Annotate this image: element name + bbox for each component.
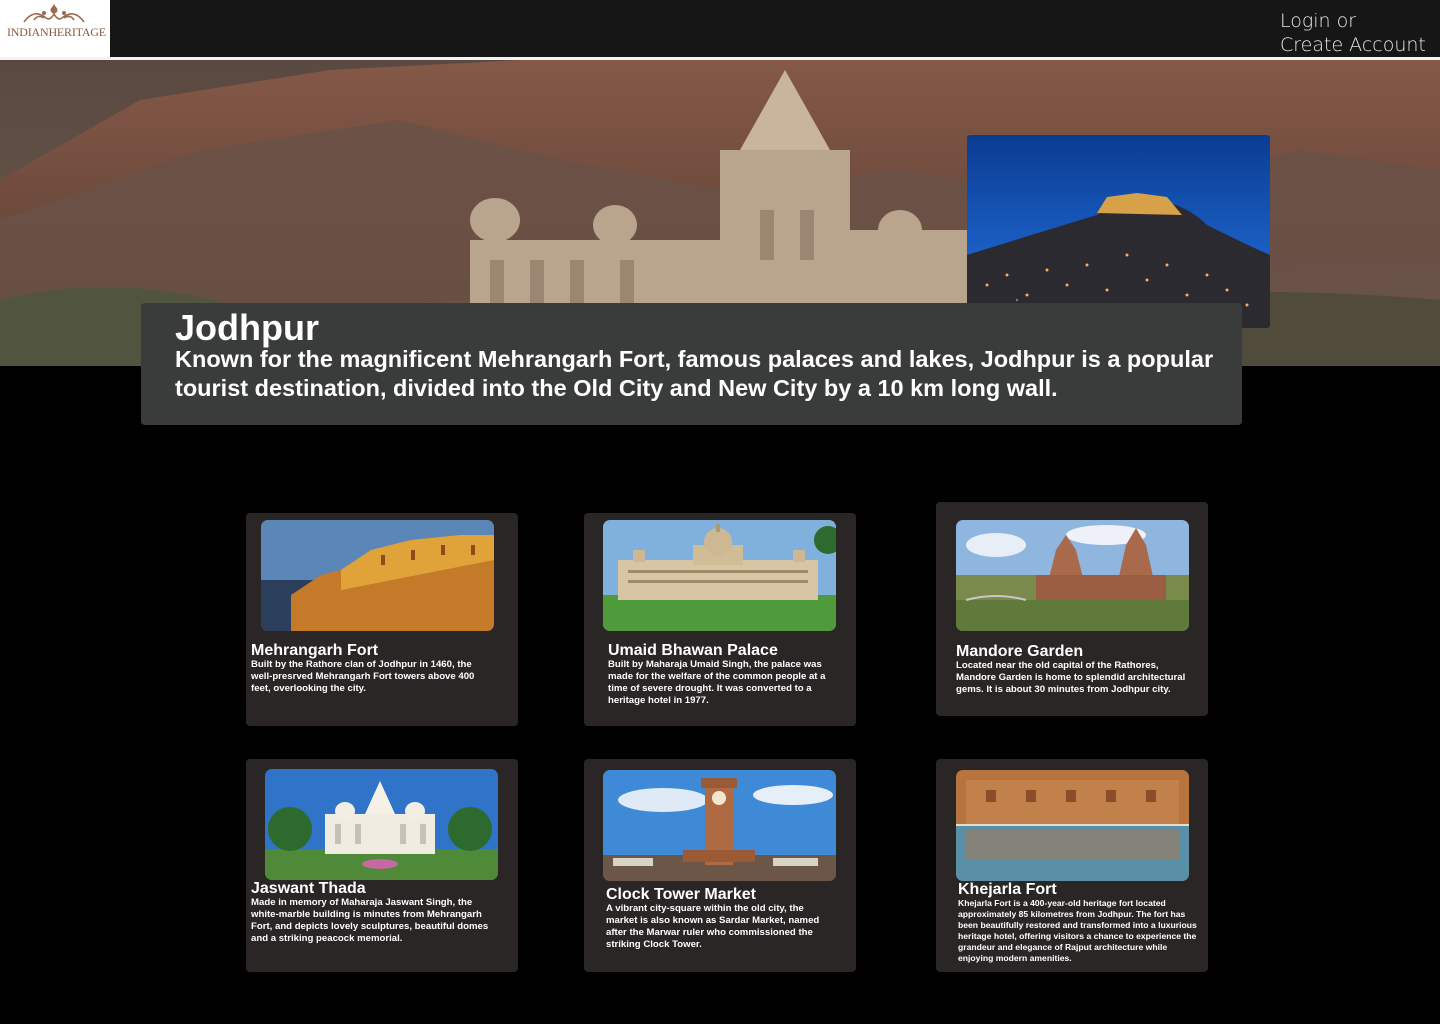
jaswant-thada-image (265, 769, 498, 880)
place-card-khejarla-fort[interactable]: Khejarla Fort Khejarla Fort is a 400-yea… (936, 759, 1208, 972)
umaid-bhawan-palace-image (603, 520, 836, 631)
place-description: Built by the Rathore clan of Jodhpur in … (251, 659, 475, 694)
city-title: Jodhpur (175, 307, 319, 348)
place-title: Mandore Garden (956, 643, 1084, 660)
place-description: Located near the old capital of the Rath… (956, 660, 1186, 695)
create-account-link[interactable]: Create Account (1280, 33, 1440, 57)
login-link[interactable]: Login or (1280, 9, 1440, 33)
khejarla-fort-image (956, 770, 1189, 881)
logo-text: INDIANHERITAGE (7, 25, 106, 39)
jodhpur-night-photo (967, 135, 1270, 328)
place-title: Clock Tower Market (606, 886, 756, 903)
place-title: Khejarla Fort (958, 881, 1057, 898)
place-title: Mehrangarh Fort (251, 642, 379, 659)
city-description: Known for the magnificent Mehrangarh For… (175, 346, 1214, 401)
ornament-icon (23, 4, 85, 23)
place-description: Built by Maharaja Umaid Singh, the palac… (608, 659, 826, 706)
place-card-clock-tower-market[interactable]: Clock Tower Market A vibrant city-square… (584, 759, 856, 972)
top-navigation-bar: INDIANHERITAGE Login or Create Account (0, 0, 1440, 57)
place-card-umaid-bhawan-palace[interactable]: Umaid Bhawan Palace Built by Maharaja Um… (584, 513, 856, 726)
place-description: Made in memory of Maharaja Jaswant Singh… (251, 897, 489, 944)
clock-tower-market-image (603, 770, 836, 881)
place-title: Jaswant Thada (251, 880, 366, 897)
place-card-mehrangarh-fort[interactable]: Mehrangarh Fort Built by the Rathore cla… (246, 513, 518, 726)
mandore-garden-image (956, 520, 1189, 631)
city-intro-card: Jodhpur Known for the magnificent Mehran… (141, 303, 1242, 425)
place-description: A vibrant city-square within the old cit… (606, 903, 820, 950)
place-card-jaswant-thada[interactable]: Jaswant Thada Made in memory of Maharaja… (246, 759, 518, 972)
site-logo[interactable]: INDIANHERITAGE (0, 0, 110, 57)
auth-links: Login or Create Account (1280, 9, 1440, 57)
place-description: Khejarla Fort is a 400-year-old heritage… (958, 898, 1197, 963)
mehrangarh-fort-image (261, 520, 494, 631)
place-card-mandore-garden[interactable]: Mandore Garden Located near the old capi… (936, 502, 1208, 716)
place-title: Umaid Bhawan Palace (608, 642, 778, 659)
